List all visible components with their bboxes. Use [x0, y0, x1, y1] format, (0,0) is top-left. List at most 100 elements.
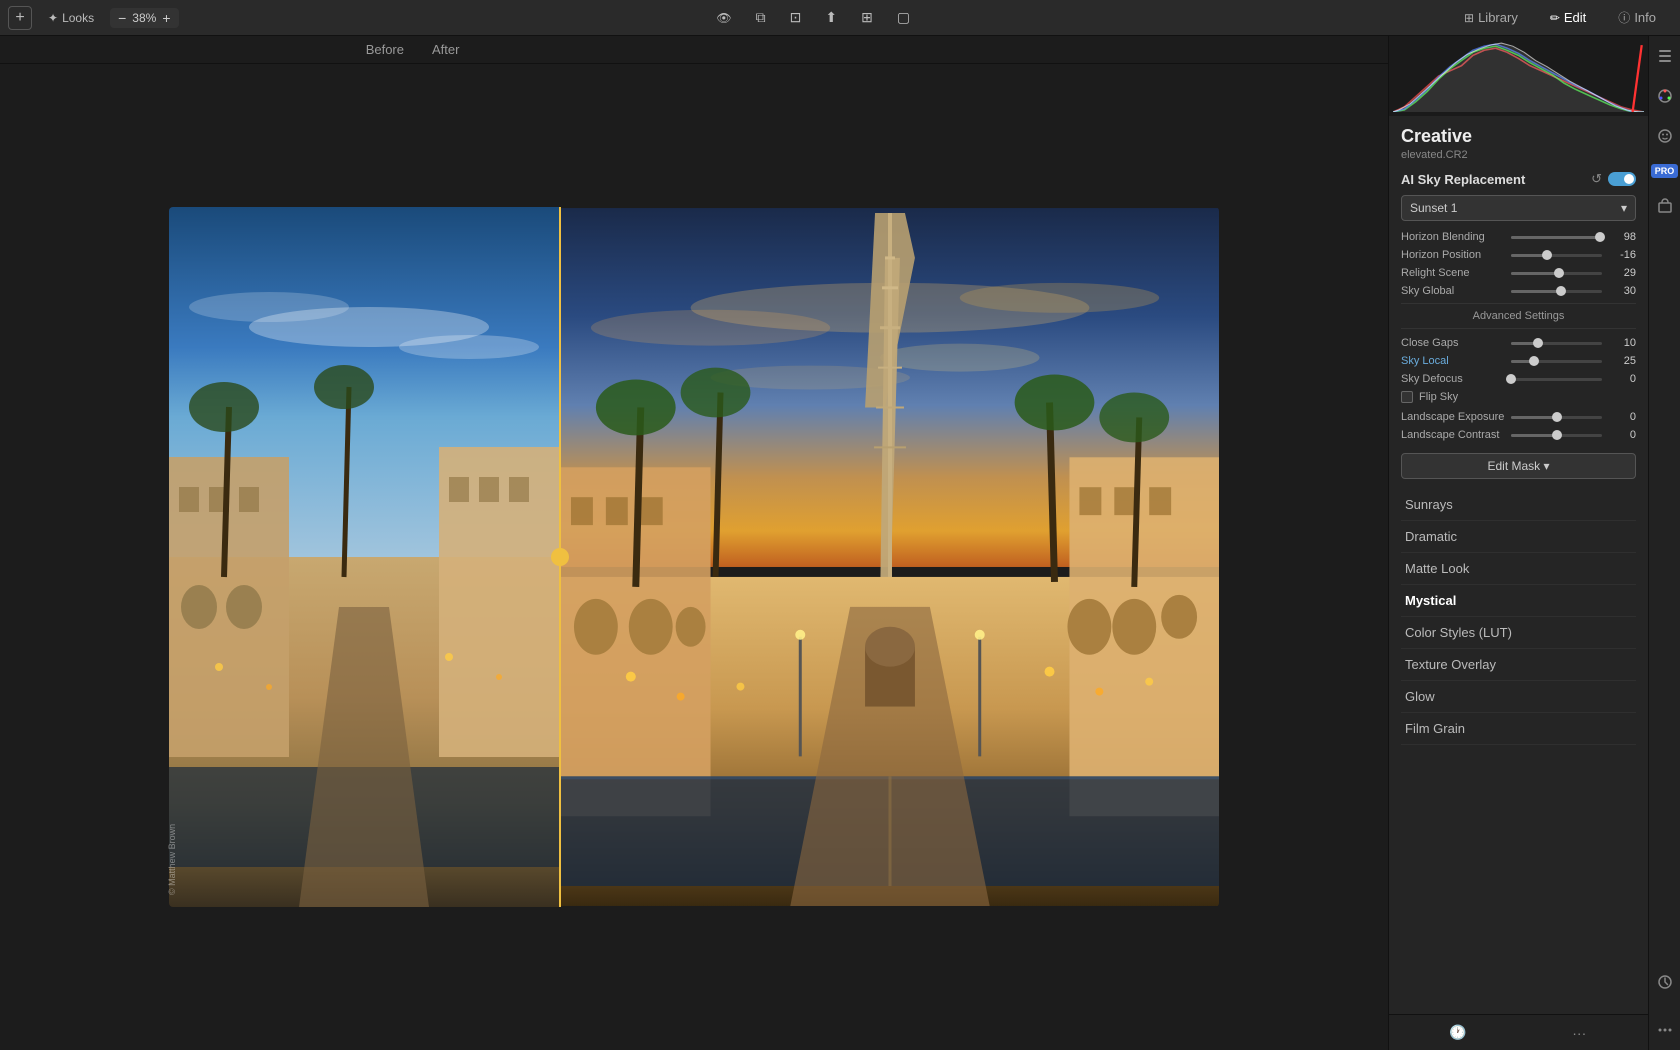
- creative-item-texture-overlay[interactable]: Texture Overlay: [1401, 649, 1636, 681]
- slider-value-horizon-position: -16: [1608, 249, 1636, 261]
- library-icon: ⊞: [1464, 11, 1474, 25]
- looks-button[interactable]: ✦ Looks: [40, 8, 102, 28]
- slider-label-sky-global: Sky Global: [1401, 285, 1511, 297]
- slider-row-horizon-position: Horizon Position -16: [1401, 249, 1636, 261]
- slider-value-sky-local: 25: [1608, 355, 1636, 367]
- crop-button[interactable]: ⊡: [782, 6, 810, 29]
- info-icon: ⓘ: [1618, 9, 1630, 26]
- slider-label-sky-local: Sky Local: [1401, 355, 1511, 367]
- module-title: AI Sky Replacement: [1401, 172, 1525, 187]
- share-button[interactable]: ⬆: [817, 6, 845, 29]
- nav-tabs: ⊞ Library ✏ Edit ⓘ Info: [1448, 5, 1672, 30]
- palette-icon-button[interactable]: [1653, 84, 1677, 108]
- tab-info[interactable]: ⓘ Info: [1602, 5, 1672, 30]
- image-labels: Before After: [0, 36, 1388, 64]
- creative-item-film-grain[interactable]: Film Grain: [1401, 713, 1636, 745]
- flip-sky-checkbox[interactable]: [1401, 391, 1413, 403]
- crop-icon: ⊡: [790, 9, 802, 26]
- zoom-control: − 38% +: [110, 8, 178, 28]
- grid-icon: ⊞: [861, 9, 873, 26]
- slider-track-wrap-4[interactable]: [1511, 290, 1602, 293]
- tab-edit[interactable]: ✏ Edit: [1534, 6, 1602, 29]
- advanced-settings-label: Advanced Settings: [1473, 310, 1565, 322]
- sliders-group: Horizon Blending 98 Horizon Position: [1401, 231, 1636, 297]
- slider-value-landscape-exposure: 0: [1608, 411, 1636, 423]
- zoom-minus-button[interactable]: −: [116, 10, 128, 26]
- slider-label-sky-defocus: Sky Defocus: [1401, 373, 1511, 385]
- slider-label-horizon-blending: Horizon Blending: [1401, 231, 1511, 243]
- slider-value-close-gaps: 10: [1608, 337, 1636, 349]
- tab-library[interactable]: ⊞ Library: [1448, 6, 1534, 29]
- edit-icon: ✏: [1550, 11, 1560, 25]
- slider-value-horizon-blending: 98: [1608, 231, 1636, 243]
- grid-button[interactable]: ⊞: [853, 6, 881, 29]
- window-button[interactable]: ▢: [889, 6, 918, 29]
- compare-button[interactable]: ⧉: [748, 6, 774, 29]
- histogram: [1389, 36, 1648, 116]
- window-icon: ▢: [897, 9, 910, 26]
- bag-icon-button[interactable]: [1653, 194, 1677, 218]
- pro-badge: PRO: [1651, 164, 1679, 178]
- slider-value-sky-defocus: 0: [1608, 373, 1636, 385]
- creative-item-dramatic[interactable]: Dramatic: [1401, 521, 1636, 553]
- share-icon: ⬆: [825, 9, 837, 26]
- advanced-settings-toggle[interactable]: Advanced Settings: [1401, 303, 1636, 329]
- module-toggle[interactable]: [1608, 172, 1636, 186]
- slider-row-close-gaps: Close Gaps 10: [1401, 337, 1636, 349]
- image-container[interactable]: © Matthew Brown: [0, 64, 1388, 1050]
- creative-item-matte-look[interactable]: Matte Look: [1401, 553, 1636, 585]
- slider-track-wrap-2[interactable]: [1511, 254, 1602, 257]
- creative-item-color-styles[interactable]: Color Styles (LUT): [1401, 617, 1636, 649]
- dots-icon-button[interactable]: [1653, 1018, 1677, 1042]
- slider-track-wrap-6[interactable]: [1511, 360, 1602, 363]
- slider-value-sky-global: 30: [1608, 285, 1636, 297]
- add-button[interactable]: +: [8, 6, 32, 30]
- image-viewer: Before After: [0, 36, 1388, 1050]
- eye-icon: 👁: [716, 11, 731, 25]
- advanced-sliders-group: Close Gaps 10 Sky Local: [1401, 337, 1636, 441]
- split-handle[interactable]: [551, 548, 569, 566]
- module-reset-button[interactable]: ↺: [1591, 171, 1602, 187]
- chevron-down-icon: ▾: [1621, 201, 1627, 215]
- after-label: After: [420, 42, 1388, 57]
- zoom-value: 38%: [132, 11, 156, 25]
- slider-track-wrap-9[interactable]: [1511, 434, 1602, 437]
- slider-track-wrap-8[interactable]: [1511, 416, 1602, 419]
- slider-track-wrap-5[interactable]: [1511, 342, 1602, 345]
- slider-row-landscape-exposure: Landscape Exposure 0: [1401, 411, 1636, 423]
- sky-selector[interactable]: Sunset 1 ▾: [1401, 195, 1636, 221]
- creative-item-sunrays[interactable]: Sunrays: [1401, 489, 1636, 521]
- layers-icon-button[interactable]: [1653, 44, 1677, 68]
- before-after-wrapper: © Matthew Brown: [169, 207, 1219, 907]
- right-panel: Creative elevated.CR2 AI Sky Replacement…: [1388, 36, 1648, 1050]
- before-image: [169, 207, 559, 907]
- slider-label-horizon-position: Horizon Position: [1401, 249, 1511, 261]
- section-title: Creative: [1401, 116, 1636, 149]
- filename: elevated.CR2: [1401, 149, 1636, 161]
- bottom-clock-button[interactable]: 🕐: [1446, 1021, 1470, 1045]
- top-toolbar: + ✦ Looks − 38% + 👁 ⧉ ⊡ ⬆ ⊞ ▢ ⊞ Library …: [0, 0, 1680, 36]
- edit-mask-button[interactable]: Edit Mask ▾: [1401, 453, 1636, 479]
- slider-value-relight-scene: 29: [1608, 267, 1636, 279]
- slider-label-close-gaps: Close Gaps: [1401, 337, 1511, 349]
- eye-button[interactable]: 👁: [708, 8, 739, 28]
- creative-list: Sunrays Dramatic Matte Look Mystical Col…: [1401, 489, 1636, 745]
- bottom-more-button[interactable]: ···: [1567, 1021, 1591, 1045]
- slider-label-relight-scene: Relight Scene: [1401, 267, 1511, 279]
- slider-track-wrap-3[interactable]: [1511, 272, 1602, 275]
- smiley-icon-button[interactable]: [1653, 124, 1677, 148]
- creative-item-glow[interactable]: Glow: [1401, 681, 1636, 713]
- slider-row-sky-local: Sky Local 25: [1401, 355, 1636, 367]
- sky-selector-value: Sunset 1: [1410, 201, 1457, 215]
- slider-label-landscape-exposure: Landscape Exposure: [1401, 411, 1511, 423]
- looks-icon: ✦: [48, 11, 58, 25]
- panel-content: Creative elevated.CR2 AI Sky Replacement…: [1389, 116, 1648, 1014]
- creative-item-mystical[interactable]: Mystical: [1401, 585, 1636, 617]
- zoom-plus-button[interactable]: +: [160, 10, 172, 26]
- flip-sky-row: Flip Sky: [1401, 391, 1636, 403]
- slider-track-wrap-7[interactable]: [1511, 378, 1602, 381]
- slider-row-horizon-blending: Horizon Blending 98: [1401, 231, 1636, 243]
- slider-track-wrap[interactable]: [1511, 236, 1602, 239]
- clock-icon-button[interactable]: [1653, 970, 1677, 994]
- flip-sky-label: Flip Sky: [1419, 391, 1458, 403]
